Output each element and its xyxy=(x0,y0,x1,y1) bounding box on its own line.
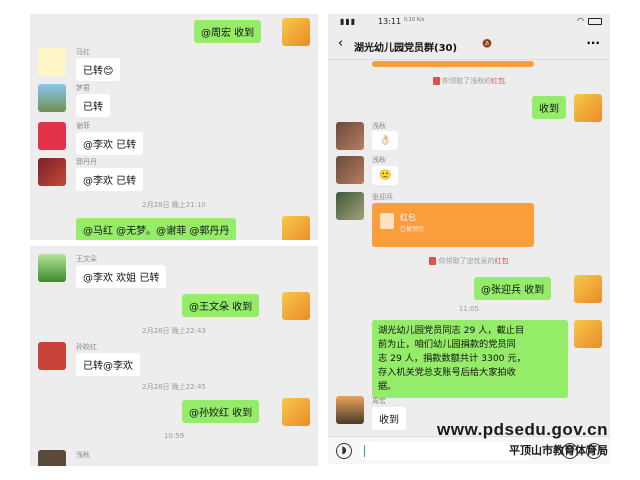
message-line: 据。 xyxy=(378,381,397,392)
status-bar: ▮▮▮ 13:11 0.10 K/s ◠ xyxy=(328,14,610,30)
avatar[interactable] xyxy=(336,122,364,150)
red-packet-icon xyxy=(380,213,394,229)
network-speed: 0.10 K/s xyxy=(404,17,425,23)
message-bubble-sent[interactable]: @周宏 收到 xyxy=(194,20,262,43)
message-line: 志 29 人，捐款数额共计 3300 元， xyxy=(378,353,526,364)
avatar[interactable] xyxy=(38,122,66,150)
sender-name: 张迎兵 xyxy=(372,193,393,201)
wifi-icon: ◠ xyxy=(577,16,584,25)
avatar[interactable] xyxy=(336,192,364,220)
avatar[interactable] xyxy=(336,396,364,424)
avatar[interactable] xyxy=(336,156,364,184)
red-packet-edge xyxy=(372,61,534,67)
red-packet-icon xyxy=(432,77,440,85)
chat-panel-bottom-left: 王文朵 @李欢 欢姐 已转 @王文朵 收到 2月28日 晚上22:43 孙姣红 … xyxy=(30,246,318,466)
sender-name: 郭丹丹 xyxy=(76,158,97,166)
message-bubble[interactable]: 已转😊 xyxy=(76,58,121,81)
mute-icon: 🔕 xyxy=(482,39,492,48)
message-line: 前为止，咱们幼儿园捐款的党员同 xyxy=(378,339,516,350)
chat-panel-right: ▮▮▮ 13:11 0.10 K/s ◠ ‹ 湖光幼儿园党员群(30) 🔕 ··… xyxy=(328,14,610,464)
sender-name: 浅秋 xyxy=(76,451,90,459)
avatar[interactable] xyxy=(38,158,66,186)
battery-icon xyxy=(588,18,602,25)
avatar[interactable] xyxy=(282,216,310,240)
sender-name: 谢菲 xyxy=(76,122,90,130)
message-bubble-sent[interactable]: 收到 xyxy=(532,96,566,119)
message-bubble[interactable]: 🙂 xyxy=(372,166,399,185)
avatar[interactable] xyxy=(38,342,66,370)
message-bubble[interactable]: @李欢 已转 xyxy=(76,168,144,191)
red-packet-icon xyxy=(429,257,437,265)
message-bubble-sent[interactable]: 湖光幼儿园党员同志 29 人，截止目 前为止，咱们幼儿园捐款的党员同 志 29 … xyxy=(372,320,568,398)
chat-title-bar: ‹ 湖光幼儿园党员群(30) 🔕 ··· xyxy=(328,30,610,60)
avatar[interactable] xyxy=(38,48,66,76)
avatar[interactable] xyxy=(38,254,66,282)
chat-panel-top-left: @周宏 收到 马红 已转😊 梦君 已转 谢菲 @李欢 已转 郭丹丹 @李欢 已转… xyxy=(30,14,318,240)
screenshot-collage: @周宏 收到 马红 已转😊 梦君 已转 谢菲 @李欢 已转 郭丹丹 @李欢 已转… xyxy=(0,0,640,480)
timestamp: 2月28日 晚上22:43 xyxy=(142,327,206,335)
sender-name: 王文朵 xyxy=(76,255,97,263)
timestamp: 2月28日 晚上21:10 xyxy=(142,201,206,209)
sender-name: 浅秋 xyxy=(372,156,386,164)
signal-icon: ▮▮▮ xyxy=(340,17,357,26)
red-packet-link[interactable]: 红包 xyxy=(495,257,509,265)
message-bubble[interactable]: 收到 xyxy=(372,407,406,430)
status-time: 13:11 xyxy=(378,17,402,26)
message-bubble-sent[interactable]: @张迎兵 收到 xyxy=(474,277,552,300)
sender-name: 马红 xyxy=(76,48,90,56)
watermark-org: 平顶山市教育体育局 xyxy=(509,445,608,457)
sender-name: 浅秋 xyxy=(372,122,386,130)
voice-icon[interactable]: ◗ xyxy=(336,443,352,459)
avatar[interactable] xyxy=(574,320,602,348)
timestamp: 11:05 xyxy=(458,305,480,313)
chat-title: 湖光幼儿园党员群(30) xyxy=(354,43,458,54)
message-bubble-sent[interactable]: @孙姣红 收到 xyxy=(182,400,260,423)
avatar[interactable] xyxy=(574,94,602,122)
red-packet-card[interactable]: 红包 已被领完 xyxy=(372,203,534,247)
message-bubble-sent[interactable]: @王文朵 收到 xyxy=(182,294,260,317)
avatar[interactable] xyxy=(282,292,310,320)
avatar[interactable] xyxy=(282,18,310,46)
message-bubble[interactable]: 已转 xyxy=(76,94,110,117)
message-bubble-sent[interactable]: @马红 @无梦。@谢菲 @郭丹丹 xyxy=(76,218,237,240)
sender-name: 孙姣红 xyxy=(76,343,97,351)
watermark-url: www.pdsedu.gov.cn xyxy=(437,420,608,439)
sender-name: 梦君 xyxy=(76,84,90,92)
system-notice: 你领取了浅秋的红包 xyxy=(328,76,610,86)
message-bubble[interactable]: @李欢 欢姐 已转 xyxy=(76,265,167,288)
message-bubble[interactable]: 已转@李欢 xyxy=(76,353,140,376)
back-arrow-icon[interactable]: ‹ xyxy=(338,36,343,51)
red-packet-title: 红包 xyxy=(400,213,416,222)
sender-name: 周宏 xyxy=(372,397,386,405)
text-cursor xyxy=(364,445,365,457)
avatar[interactable] xyxy=(574,275,602,303)
red-packet-status: 已被领完 xyxy=(400,226,425,233)
message-line: 存入机关党总支账号后给大家拍收 xyxy=(378,367,516,378)
red-packet-link[interactable]: 红包 xyxy=(491,77,505,85)
timestamp: 2月28日 晚上22:45 xyxy=(142,383,206,391)
message-line: 湖光幼儿园党员同志 29 人，截止目 xyxy=(378,325,525,336)
avatar[interactable] xyxy=(38,84,66,112)
timestamp: 10:59 xyxy=(163,432,185,440)
more-icon[interactable]: ··· xyxy=(586,36,600,50)
avatar[interactable] xyxy=(282,398,310,426)
message-bubble[interactable]: 👌🏻 xyxy=(372,131,399,150)
message-bubble[interactable]: @李欢 已转 xyxy=(76,132,144,155)
system-notice: 你领取了忠忧泉的红包 xyxy=(328,256,610,266)
message-input[interactable] xyxy=(360,442,530,460)
avatar[interactable] xyxy=(38,450,66,466)
